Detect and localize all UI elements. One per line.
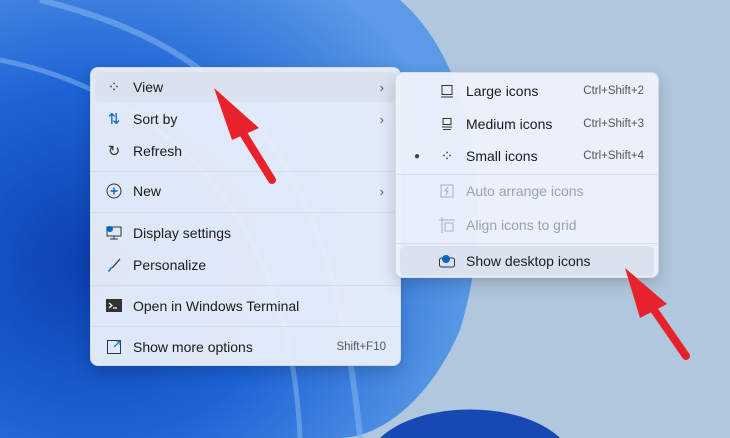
show-desktop-icon (438, 252, 456, 270)
chevron-right-icon: › (379, 111, 384, 127)
menu-item-show-more-options[interactable]: Show more options Shift+F10 (95, 332, 396, 362)
menu-item-open-terminal[interactable]: Open in Windows Terminal (95, 291, 396, 321)
plus-circle-icon (105, 182, 123, 200)
chevron-right-icon: › (379, 79, 384, 95)
menu-item-align-icons-to-grid[interactable]: Align icons to grid (400, 210, 654, 240)
grid-icon: ⁘ (107, 79, 121, 96)
menu-item-medium-icons[interactable]: Medium icons Ctrl+Shift+3 (400, 109, 654, 139)
separator (91, 171, 400, 172)
separator (91, 212, 400, 213)
sort-arrows-icon: ⇅ (107, 111, 121, 128)
menu-item-auto-arrange-icons[interactable]: Auto arrange icons (400, 176, 654, 206)
selected-bullet-icon: ● (414, 150, 421, 162)
large-icons-icon (438, 82, 456, 100)
view-submenu: Large icons Ctrl+Shift+2 Medium icons Ct… (395, 72, 659, 278)
display-settings-icon (105, 224, 123, 242)
separator (91, 326, 400, 327)
separator (91, 285, 400, 286)
align-grid-icon (438, 216, 456, 234)
terminal-icon (105, 297, 123, 315)
auto-arrange-icon (438, 182, 456, 200)
medium-icons-icon (438, 115, 456, 133)
menu-item-refresh[interactable]: ↻ Refresh (95, 136, 396, 166)
menu-item-view[interactable]: ⁘ View › (95, 72, 396, 102)
chevron-right-icon: › (379, 183, 384, 199)
small-icons-icon: ⁘ (440, 148, 454, 165)
separator (396, 174, 658, 175)
menu-item-large-icons[interactable]: Large icons Ctrl+Shift+2 (400, 76, 654, 106)
separator (396, 243, 658, 244)
menu-item-display-settings[interactable]: Display settings (95, 218, 396, 248)
brush-icon (105, 256, 123, 274)
refresh-icon: ↻ (107, 143, 121, 160)
desktop-context-menu: ⁘ View › ⇅ Sort by › ↻ Refresh New › Dis… (90, 67, 401, 366)
menu-item-small-icons[interactable]: ● ⁘ Small icons Ctrl+Shift+4 (400, 141, 654, 171)
menu-item-sort-by[interactable]: ⇅ Sort by › (95, 104, 396, 134)
menu-item-personalize[interactable]: Personalize (95, 250, 396, 280)
menu-item-new[interactable]: New › (95, 176, 396, 206)
show-more-icon (105, 338, 123, 356)
menu-item-show-desktop-icons[interactable]: Show desktop icons (400, 246, 654, 276)
